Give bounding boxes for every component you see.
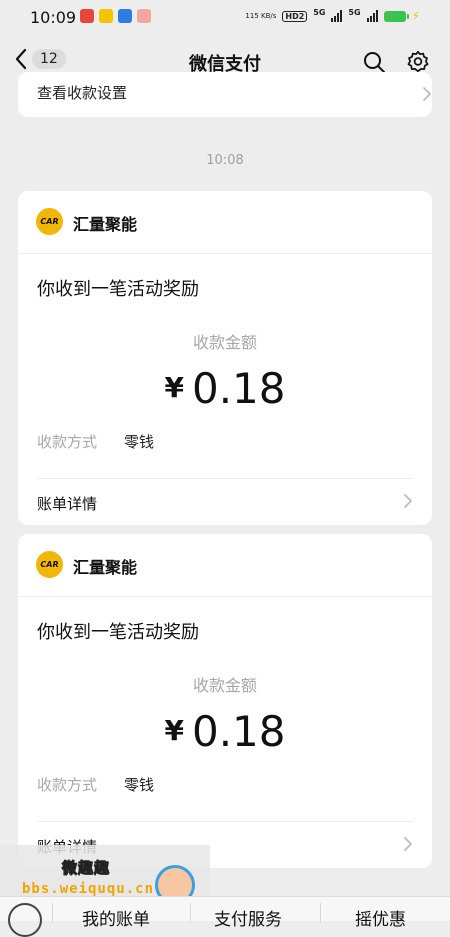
currency-symbol: ¥ — [164, 371, 184, 404]
status-bar: 10:09 115 KB/s HD2 5G 5G ⚡ — [0, 0, 450, 36]
card-header: CAR 汇量聚能 — [18, 534, 432, 597]
chevron-right-icon — [423, 87, 431, 101]
payment-method-value: 零钱 — [124, 776, 155, 794]
amount-value: 0.18 — [191, 707, 286, 756]
keyboard-icon[interactable] — [8, 903, 42, 937]
merchant-name: 汇量聚能 — [73, 558, 138, 577]
menu-item-my-bills[interactable]: 我的账单 — [82, 905, 150, 930]
signal-icon — [331, 10, 343, 22]
battery-icon — [383, 10, 409, 22]
payment-method-label: 收款方式 — [37, 776, 98, 794]
message-title: 你收到一笔活动奖励 — [37, 279, 199, 300]
time-separator: 10:08 — [206, 153, 244, 168]
merchant-name: 汇量聚能 — [73, 215, 138, 234]
amount-label: 收款金额 — [192, 676, 257, 695]
view-settings-link[interactable]: 查看收款设置 — [37, 82, 127, 103]
status-time: 10:09 — [30, 8, 77, 27]
bill-details-label: 账单详情 — [37, 495, 98, 513]
payment-message-card[interactable]: CAR 汇量聚能 你收到一笔活动奖励 收款金额 ¥0.18 收款方式 零钱 账单… — [18, 191, 432, 525]
bottom-menu: 我的账单 支付服务 摇优惠 — [0, 896, 450, 937]
status-app-icons — [80, 9, 151, 23]
message-title: 你收到一笔活动奖励 — [37, 622, 199, 643]
amount-value: 0.18 — [191, 364, 286, 413]
search-icon[interactable] — [362, 50, 386, 74]
menu-divider — [52, 903, 53, 923]
menu-divider — [320, 903, 321, 923]
payment-method-label: 收款方式 — [37, 433, 98, 451]
watermark-url: bbs.weiququ.cn — [22, 881, 155, 897]
currency-symbol: ¥ — [164, 714, 184, 747]
network-type-2: 5G — [348, 7, 361, 17]
status-indicators: 115 KB/s HD2 5G 5G ⚡ — [245, 7, 420, 24]
chevron-right-icon — [404, 837, 412, 851]
network-speed: 115 KB/s — [245, 11, 277, 20]
payment-message-card[interactable]: CAR 汇量聚能 你收到一笔活动奖励 收款金额 ¥0.18 收款方式 零钱 账单… — [18, 534, 432, 868]
notification-app-icon — [137, 9, 151, 23]
menu-item-shake-deals[interactable]: 摇优惠 — [355, 905, 406, 930]
partial-settings-card[interactable]: 查看收款设置 — [18, 72, 432, 117]
signal-icon — [366, 10, 378, 22]
merchant-logo: CAR — [36, 208, 63, 235]
card-header: CAR 汇量聚能 — [18, 191, 432, 254]
notification-app-icon — [118, 9, 132, 23]
notification-app-icon — [99, 9, 113, 23]
bill-details-link[interactable]: 账单详情 — [37, 478, 413, 525]
watermark-title: 微趣趣 — [61, 859, 111, 878]
menu-item-payment-services[interactable]: 支付服务 — [214, 905, 282, 930]
amount-display: ¥0.18 — [18, 707, 432, 756]
gear-icon[interactable] — [406, 50, 430, 74]
amount-label: 收款金额 — [192, 333, 257, 352]
charging-icon: ⚡ — [411, 9, 420, 23]
amount-display: ¥0.18 — [18, 364, 432, 413]
hd-voice-badge: HD2 — [282, 10, 308, 22]
merchant-logo: CAR — [36, 551, 63, 578]
network-type-1: 5G — [313, 7, 326, 17]
menu-divider — [190, 903, 191, 923]
chevron-right-icon — [404, 494, 412, 508]
notification-app-icon — [80, 9, 94, 23]
payment-method-value: 零钱 — [124, 433, 155, 451]
